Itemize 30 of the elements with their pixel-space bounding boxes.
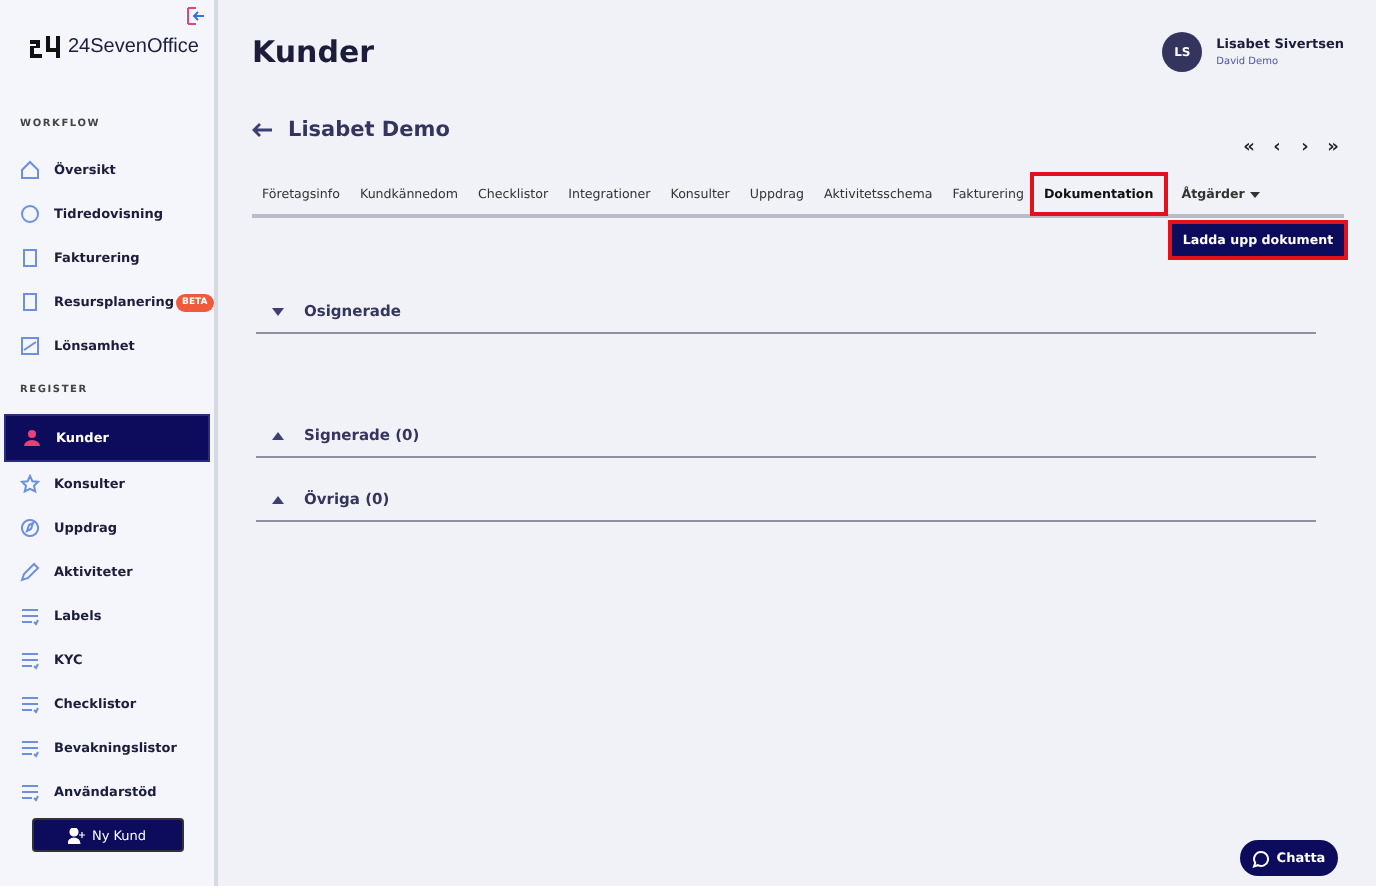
record-title: Lisabet Demo [288,118,450,142]
pager-button[interactable]: › [1294,134,1316,162]
list-icon [20,694,40,714]
list-icon [20,782,40,802]
pager-button[interactable]: « [1238,134,1260,162]
home-icon [20,160,40,180]
doc-icon [20,292,40,312]
list-icon [20,606,40,626]
logo-icon [30,36,60,58]
caret-icon [272,307,284,315]
list-icon [20,650,40,670]
collapse-icon[interactable] [186,6,206,26]
chat-bubble-icon [1252,849,1271,867]
list-icon [20,738,40,758]
doc-icon [20,248,40,268]
clock-icon [20,204,40,224]
person-icon [22,428,42,448]
add-person-icon [67,827,86,843]
pager-button[interactable]: » [1322,134,1344,162]
caret-icon [1250,191,1261,197]
back-arrow-icon[interactable] [252,122,272,138]
caret-icon [272,495,284,503]
logo-text: 24SevenOffice [68,36,199,58]
page-title: Kunder [252,34,375,70]
compass-icon [20,518,40,538]
star-icon [20,474,40,494]
caret-icon [272,431,284,439]
pager-button[interactable]: ‹ [1266,134,1288,162]
pen-icon [20,562,40,582]
chart-icon [20,336,40,356]
